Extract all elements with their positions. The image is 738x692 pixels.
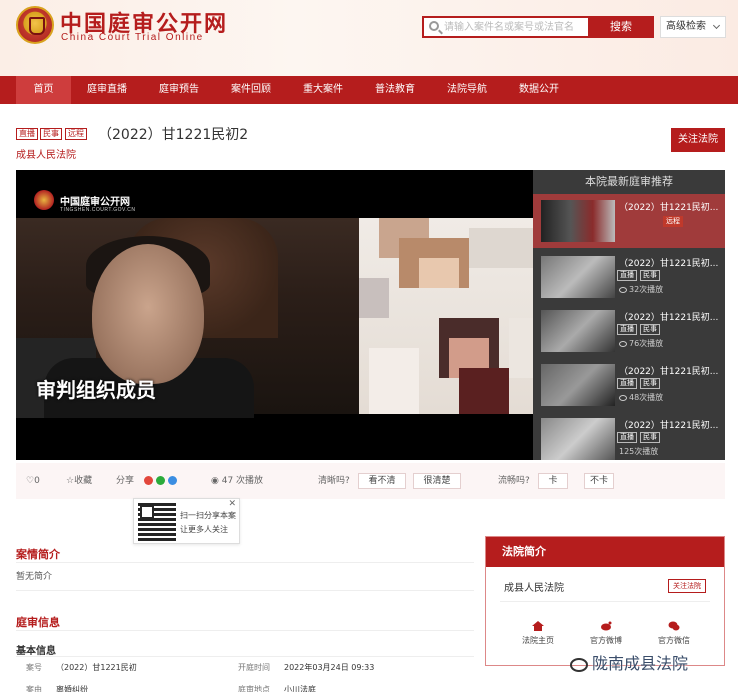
- search-bar: 搜索: [422, 16, 654, 38]
- follow-court-button-small[interactable]: 关注法院: [668, 579, 706, 593]
- weibo-icon[interactable]: [144, 476, 153, 485]
- judge-face: [92, 244, 204, 384]
- close-icon[interactable]: ✕: [228, 498, 236, 509]
- court-emblem-icon: [34, 190, 54, 210]
- nav-item-live[interactable]: 庭审直播: [71, 76, 143, 104]
- official-wechat-link[interactable]: 官方微信: [644, 621, 704, 646]
- court-intro-title: 法院简介: [486, 537, 724, 567]
- nav-item-review[interactable]: 案件回顾: [215, 76, 287, 104]
- nav-item-preview[interactable]: 庭审预告: [143, 76, 215, 104]
- video-logo-title: 中国庭审公开网: [60, 197, 130, 208]
- no-lag-button[interactable]: 不卡: [584, 473, 614, 489]
- nav-item-law-education[interactable]: 普法教育: [359, 76, 431, 104]
- wechat-icon: [570, 657, 588, 672]
- qr-code-image: [138, 503, 176, 541]
- tag-live: 直播: [16, 128, 38, 140]
- nav-item-major-cases[interactable]: 重大案件: [287, 76, 359, 104]
- court-name[interactable]: 成县人民法院: [504, 579, 564, 594]
- site-logo-subtitle: China Court Trial Online: [61, 32, 204, 43]
- recommendation-item[interactable]: （2022）甘1221民初... 直播 民事 76次播放: [533, 304, 725, 358]
- open-time: 2022年03月24日 09:33: [284, 663, 375, 672]
- recommendation-item[interactable]: （2022）甘1221民初... 远程: [533, 194, 725, 248]
- search-input[interactable]: [444, 19, 590, 36]
- case-number: （2022）甘1221民初: [56, 663, 137, 672]
- site-header: 中国庭审公开网 China Court Trial Online 搜索 高级检索: [0, 0, 738, 76]
- search-icon: [429, 21, 439, 31]
- advanced-search-dropdown[interactable]: 高级检索: [660, 16, 726, 38]
- account-watermark: 陇南成县法院: [570, 650, 688, 674]
- eye-icon: [619, 340, 627, 347]
- share-label: 分享: [116, 476, 135, 486]
- star-icon: ☆: [66, 476, 75, 486]
- thumbs-up-icon: ♡: [26, 476, 35, 486]
- tag-remote: 远程: [65, 128, 87, 140]
- lag-button[interactable]: 卡: [538, 473, 568, 489]
- video-thumbnail: [541, 310, 615, 352]
- court-intro-panel: 法院简介 成县人民法院 关注法院 法院主页 官方微博 官方微信: [485, 536, 725, 666]
- smooth-question: 流畅吗?: [498, 476, 530, 486]
- case-intro-content: 暂无简介: [16, 572, 53, 582]
- nav-item-home[interactable]: 首页: [16, 76, 71, 104]
- video-logo-url: TINGSHEN.COURT.GOV.CN: [60, 207, 136, 213]
- advanced-search-label: 高级检索: [666, 21, 706, 32]
- trial-info-title: 庭审信息: [16, 616, 60, 629]
- qr-text-line1: 扫一扫分享本案: [180, 511, 236, 520]
- case-cause: 离婚纠纷: [56, 685, 88, 692]
- eye-icon: [619, 394, 627, 401]
- clear-button[interactable]: 很清楚: [413, 473, 461, 489]
- tag-civil: 民事: [40, 128, 62, 140]
- recommendation-item[interactable]: （2022）甘1221民初... 直播 民事 125次播放: [533, 412, 725, 466]
- nav-item-data-open[interactable]: 数据公开: [503, 76, 575, 104]
- video-caption: 审判组织成员: [36, 378, 156, 402]
- home-icon: [532, 621, 544, 631]
- like-button[interactable]: ♡0: [26, 463, 40, 499]
- tag-remote: 远程: [663, 216, 683, 227]
- share-icons: [144, 463, 180, 499]
- recommendation-panel: 本院最新庭审推荐 （2022）甘1221民初... 远程 （2022）甘1221…: [533, 170, 725, 460]
- video-thumbnail: [541, 200, 615, 242]
- search-button[interactable]: 搜索: [588, 16, 654, 38]
- trial-location: 小川法庭: [284, 685, 316, 692]
- official-weibo-link[interactable]: 官方微博: [576, 621, 636, 646]
- main-nav: 首页 庭审直播 庭审预告 案件回顾 重大案件 普法教育 法院导航 数据公开: [0, 76, 738, 104]
- court-homepage-link[interactable]: 法院主页: [508, 621, 568, 646]
- favorite-button[interactable]: ☆收藏: [66, 463, 92, 499]
- video-player[interactable]: 中国庭审公开网 TINGSHEN.COURT.GOV.CN 审判组织成员: [16, 170, 533, 460]
- video-thumbnail: [541, 256, 615, 298]
- wechat-icon: [668, 621, 680, 631]
- eye-icon: ◉: [211, 476, 222, 486]
- video-thumbnail: [541, 418, 615, 460]
- recommendation-item[interactable]: （2022）甘1221民初... 直播 民事 48次播放: [533, 358, 725, 412]
- recommendation-item[interactable]: （2022）甘1221民初... 直播 民事 32次播放: [533, 250, 725, 304]
- basic-info-subtitle: 基本信息: [16, 646, 56, 657]
- clarity-question: 清晰吗?: [318, 476, 350, 486]
- recommendation-header: 本院最新庭审推荐: [585, 175, 673, 188]
- court-name-link[interactable]: 成县人民法院: [16, 146, 76, 161]
- share-qr-popup: 扫一扫分享本案 让更多人关注 ✕: [133, 498, 240, 544]
- qr-text-line2: 让更多人关注: [180, 525, 228, 534]
- play-count: ◉ 47 次播放: [211, 476, 264, 486]
- video-thumbnail: [541, 364, 615, 406]
- court-emblem-icon: [16, 6, 54, 44]
- chevron-down-icon: [712, 21, 721, 30]
- remote-party-video-feed: [359, 218, 533, 414]
- qq-icon[interactable]: [168, 476, 177, 485]
- follow-court-button[interactable]: 关注法院: [671, 128, 725, 152]
- eye-icon: [619, 286, 627, 293]
- case-title: （2022）甘1221民初2: [98, 127, 249, 143]
- weibo-icon: [601, 621, 612, 631]
- video-action-bar: ♡0 ☆收藏 分享 ◉ 47 次播放 清晰吗? 看不清 很清楚 流畅吗? 卡 不…: [16, 463, 725, 499]
- nav-item-court-navigation[interactable]: 法院导航: [431, 76, 503, 104]
- case-intro-title: 案情简介: [16, 548, 60, 561]
- wechat-share-icon[interactable]: [156, 476, 165, 485]
- unclear-button[interactable]: 看不清: [358, 473, 406, 489]
